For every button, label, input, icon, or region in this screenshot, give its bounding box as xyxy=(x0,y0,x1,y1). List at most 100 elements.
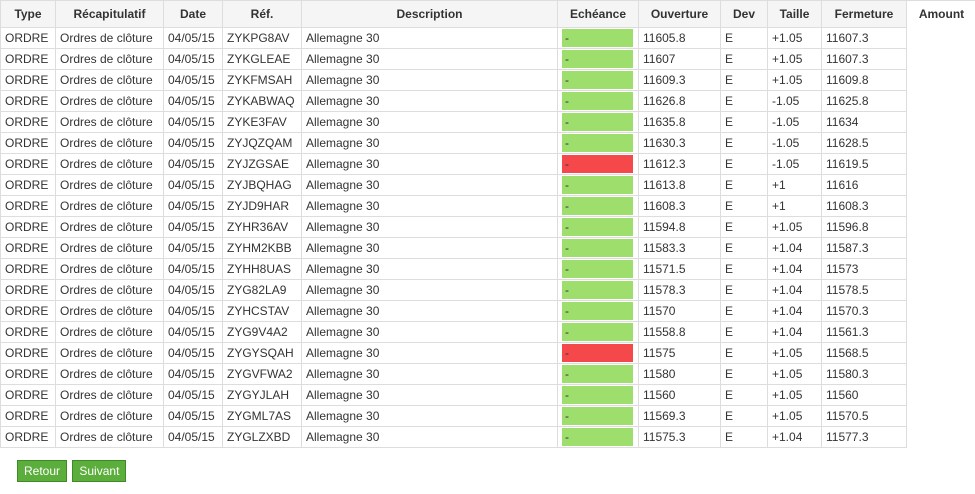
cell-dev: E xyxy=(720,426,768,448)
cell-ref: ZYJD9HAR xyxy=(222,195,302,217)
table-row[interactable]: ORDRE Ordres de clôture 04/05/15 ZYGML7AS Al… xyxy=(0,405,975,427)
cell-size: +1.04 xyxy=(767,279,822,301)
cell-amount xyxy=(907,154,975,175)
table-row[interactable]: ORDRE Ordres de clôture 04/05/15 ZYKABWAQ Al… xyxy=(0,90,975,112)
cell-description: Allemagne 30 xyxy=(301,48,558,70)
cell-expiry: - xyxy=(557,384,639,406)
cell-type: ORDRE xyxy=(0,279,56,301)
column-header-date[interactable]: Date xyxy=(163,0,223,28)
table-row[interactable]: ORDRE Ordres de clôture 04/05/15 ZYG9V4A2 Al… xyxy=(0,321,975,343)
cell-description: Allemagne 30 xyxy=(301,426,558,448)
cell-date: 04/05/15 xyxy=(163,237,223,259)
cell-description: Allemagne 30 xyxy=(301,27,558,49)
cell-summary: Ordres de clôture xyxy=(55,279,164,301)
table-row[interactable]: ORDRE Ordres de clôture 04/05/15 ZYKPG8AV Al… xyxy=(0,27,975,49)
cell-close: 11616 xyxy=(821,174,907,196)
expiry-status-indicator: - xyxy=(562,281,633,299)
column-header-description[interactable]: Description xyxy=(301,0,558,28)
cell-close: 11596.8 xyxy=(821,216,907,238)
cell-amount xyxy=(907,364,975,385)
back-button[interactable]: Retour xyxy=(17,460,68,482)
cell-ref: ZYGML7AS xyxy=(222,405,302,427)
cell-open: 11607 xyxy=(638,48,721,70)
cell-summary: Ordres de clôture xyxy=(55,363,164,385)
cell-expiry: - xyxy=(557,279,639,301)
column-header-ref[interactable]: Réf. xyxy=(222,0,302,28)
table-row[interactable]: ORDRE Ordres de clôture 04/05/15 ZYKE3FAV Al… xyxy=(0,111,975,133)
cell-amount xyxy=(907,238,975,259)
cell-description: Allemagne 30 xyxy=(301,174,558,196)
cell-description: Allemagne 30 xyxy=(301,237,558,259)
cell-expiry: - xyxy=(557,48,639,70)
cell-type: ORDRE xyxy=(0,321,56,343)
cell-open: 11612.3 xyxy=(638,153,721,175)
cell-open: 11635.8 xyxy=(638,111,721,133)
table-row[interactable]: ORDRE Ordres de clôture 04/05/15 ZYKFMSAH Al… xyxy=(0,69,975,91)
table-row[interactable]: ORDRE Ordres de clôture 04/05/15 ZYHCSTAV Al… xyxy=(0,300,975,322)
cell-size: +1.04 xyxy=(767,258,822,280)
expiry-status-indicator: - xyxy=(562,302,633,320)
column-header-expiry[interactable]: Echéance xyxy=(557,0,639,28)
table-row[interactable]: ORDRE Ordres de clôture 04/05/15 ZYG82LA9 Al… xyxy=(0,279,975,301)
cell-size: +1 xyxy=(767,174,822,196)
cell-expiry: - xyxy=(557,405,639,427)
column-header-open[interactable]: Ouverture xyxy=(638,0,721,28)
cell-type: ORDRE xyxy=(0,405,56,427)
table-row[interactable]: ORDRE Ordres de clôture 04/05/15 ZYHR36AV Al… xyxy=(0,216,975,238)
expiry-status-indicator: - xyxy=(562,407,633,425)
cell-date: 04/05/15 xyxy=(163,132,223,154)
table-row[interactable]: ORDRE Ordres de clôture 04/05/15 ZYGVFWA2 Al… xyxy=(0,363,975,385)
cell-expiry: - xyxy=(557,237,639,259)
cell-type: ORDRE xyxy=(0,132,56,154)
cell-summary: Ordres de clôture xyxy=(55,405,164,427)
cell-summary: Ordres de clôture xyxy=(55,195,164,217)
cell-close: 11607.3 xyxy=(821,48,907,70)
table-row[interactable]: ORDRE Ordres de clôture 04/05/15 ZYGYJLAH Al… xyxy=(0,384,975,406)
table-row[interactable]: ORDRE Ordres de clôture 04/05/15 ZYGLZXBD Al… xyxy=(0,426,975,448)
column-header-type[interactable]: Type xyxy=(0,0,56,28)
column-header-summary[interactable]: Récapitulatif xyxy=(55,0,164,28)
table-row[interactable]: ORDRE Ordres de clôture 04/05/15 ZYGYSQAH Al… xyxy=(0,342,975,364)
table-row[interactable]: ORDRE Ordres de clôture 04/05/15 ZYJBQHAG Al… xyxy=(0,174,975,196)
cell-description: Allemagne 30 xyxy=(301,342,558,364)
cell-expiry: - xyxy=(557,174,639,196)
table-row[interactable]: ORDRE Ordres de clôture 04/05/15 ZYJD9HAR Al… xyxy=(0,195,975,217)
cell-summary: Ordres de clôture xyxy=(55,132,164,154)
cell-ref: ZYJBQHAG xyxy=(222,174,302,196)
cell-expiry: - xyxy=(557,342,639,364)
expiry-status-indicator: - xyxy=(562,50,633,68)
cell-dev: E xyxy=(720,321,768,343)
table-row[interactable]: ORDRE Ordres de clôture 04/05/15 ZYHM2KBB Al… xyxy=(0,237,975,259)
cell-type: ORDRE xyxy=(0,27,56,49)
cell-close: 11578.5 xyxy=(821,279,907,301)
cell-close: 11580.3 xyxy=(821,363,907,385)
cell-date: 04/05/15 xyxy=(163,69,223,91)
cell-dev: E xyxy=(720,279,768,301)
cell-amount xyxy=(907,406,975,427)
cell-dev: E xyxy=(720,195,768,217)
cell-type: ORDRE xyxy=(0,300,56,322)
cell-summary: Ordres de clôture xyxy=(55,90,164,112)
table-row[interactable]: ORDRE Ordres de clôture 04/05/15 ZYJQZQAM Al… xyxy=(0,132,975,154)
cell-amount xyxy=(907,196,975,217)
table-row[interactable]: ORDRE Ordres de clôture 04/05/15 ZYKGLEAE Al… xyxy=(0,48,975,70)
expiry-status-indicator: - xyxy=(562,323,633,341)
column-header-dev[interactable]: Dev xyxy=(720,0,768,28)
cell-dev: E xyxy=(720,69,768,91)
cell-amount xyxy=(907,28,975,49)
cell-description: Allemagne 30 xyxy=(301,195,558,217)
cell-type: ORDRE xyxy=(0,384,56,406)
table-row[interactable]: ORDRE Ordres de clôture 04/05/15 ZYJZGSAE Al… xyxy=(0,153,975,175)
cell-description: Allemagne 30 xyxy=(301,279,558,301)
cell-date: 04/05/15 xyxy=(163,27,223,49)
column-header-amount[interactable]: Amount xyxy=(906,0,975,28)
column-header-size[interactable]: Taille xyxy=(767,0,822,28)
cell-open: 11570 xyxy=(638,300,721,322)
table-row[interactable]: ORDRE Ordres de clôture 04/05/15 ZYHH8UAS Al… xyxy=(0,258,975,280)
cell-description: Allemagne 30 xyxy=(301,69,558,91)
next-button[interactable]: Suivant xyxy=(72,460,127,482)
cell-size: +1.04 xyxy=(767,300,822,322)
cell-dev: E xyxy=(720,111,768,133)
cell-summary: Ordres de clôture xyxy=(55,384,164,406)
column-header-close[interactable]: Fermeture xyxy=(821,0,907,28)
